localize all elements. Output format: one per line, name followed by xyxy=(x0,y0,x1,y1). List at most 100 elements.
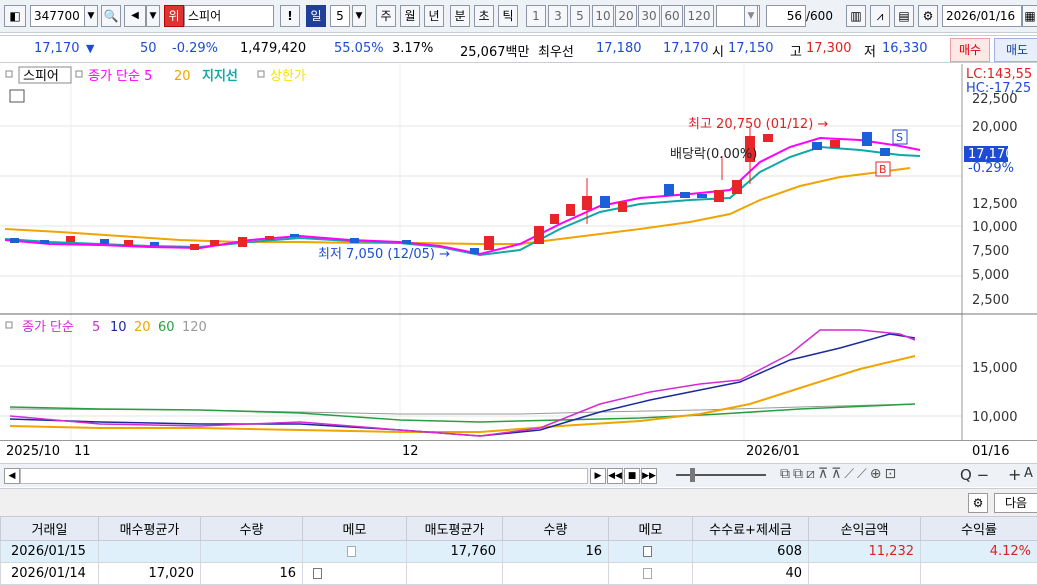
cell-sell-qty xyxy=(503,563,609,585)
memo-icon[interactable] xyxy=(643,546,652,557)
candles xyxy=(10,128,890,254)
scroll-track[interactable] xyxy=(20,468,588,484)
forward-icon[interactable]: ▶▶ xyxy=(641,468,657,484)
period-second-button[interactable]: 초 xyxy=(474,5,494,27)
candle xyxy=(100,239,109,244)
col-return[interactable]: 수익률 xyxy=(921,517,1037,541)
col-sell-qty[interactable]: 수량 xyxy=(503,517,609,541)
date-input[interactable]: 2026/01/16 xyxy=(942,5,1022,27)
gear-icon[interactable]: ⚙ xyxy=(968,493,988,513)
save-icon[interactable]: ▤ xyxy=(894,5,914,27)
alert-button[interactable]: ! xyxy=(280,5,300,27)
col-trade-date[interactable]: 거래일 xyxy=(1,517,99,541)
period-count[interactable]: 5 xyxy=(330,5,350,27)
interval-3[interactable]: 3 xyxy=(548,5,568,27)
price-tick: 2,500 xyxy=(972,293,1009,308)
cell-buy-qty: 16 xyxy=(201,563,303,585)
cell-buy-memo[interactable] xyxy=(303,541,407,563)
low-annotation: 최저 7,050 (12/05) → xyxy=(318,247,450,262)
col-fees[interactable]: 수수료+제세금 xyxy=(693,517,809,541)
next-button[interactable]: 다음 xyxy=(994,493,1037,513)
cell-sell-memo[interactable] xyxy=(609,541,693,563)
price-chart[interactable]: 최고 20,750 (01/12) → 배당락(0.00%) 최저 7,050 … xyxy=(0,64,1037,458)
cell-sell-memo[interactable] xyxy=(609,563,693,585)
prev-dropdown-icon[interactable]: ▼ xyxy=(146,5,160,27)
col-buy-memo[interactable]: 메모 xyxy=(303,517,407,541)
buy-button[interactable]: 매수 xyxy=(950,38,990,62)
current-price: 17,170 xyxy=(34,41,80,56)
cell-buy-memo[interactable] xyxy=(303,563,407,585)
trade-history-table: 거래일 매수평균가 수량 메모 매도평균가 수량 메모 수수료+제세금 손익금액… xyxy=(0,516,1037,585)
candle xyxy=(40,240,49,244)
interval-30[interactable]: 30 xyxy=(638,5,660,27)
scroll-left-icon[interactable]: ◀ xyxy=(4,468,20,484)
high-label: 고 xyxy=(790,41,802,60)
code-dropdown-icon[interactable]: ▼ xyxy=(84,5,98,27)
sell-button[interactable]: 매도 xyxy=(994,38,1037,62)
zoom-out-icon[interactable]: Q − xyxy=(960,466,989,484)
memo-icon[interactable] xyxy=(643,568,652,579)
candle xyxy=(830,140,840,148)
auto-scale-icon[interactable]: A xyxy=(1024,466,1033,481)
candle xyxy=(582,196,592,210)
open-price: 17,150 xyxy=(728,41,774,56)
candle xyxy=(618,202,627,212)
price-tick: 10,000 xyxy=(972,220,1018,235)
interval-60[interactable]: 60 xyxy=(661,5,683,27)
table-row[interactable]: 2026/01/15 17,760 16 608 11,232 4.12% xyxy=(1,541,1037,563)
ma-panel-line-5 xyxy=(10,330,915,436)
zoom-slider-handle[interactable] xyxy=(690,468,695,482)
col-pnl[interactable]: 손익금액 xyxy=(809,517,921,541)
search-icon[interactable]: 🔍 xyxy=(101,5,121,27)
ma-panel-line-60 xyxy=(10,404,915,422)
interval-120[interactable]: 120 xyxy=(684,5,714,27)
period-day-button[interactable]: 일 xyxy=(306,5,326,27)
candle xyxy=(238,237,247,247)
zoom-in-icon[interactable]: + xyxy=(1008,465,1021,484)
candle xyxy=(812,142,822,150)
cell-buy-qty xyxy=(201,541,303,563)
data-count-input[interactable]: 56 xyxy=(766,5,806,27)
period-dropdown-icon[interactable]: ▼ xyxy=(352,5,366,27)
stock-name[interactable]: 스피어 xyxy=(184,5,274,27)
candle xyxy=(664,184,674,196)
ma-legend-60: 60 xyxy=(158,320,175,335)
col-buy-qty[interactable]: 수량 xyxy=(201,517,303,541)
period-tick-button[interactable]: 틱 xyxy=(498,5,518,27)
table-header-row: 거래일 매수평균가 수량 메모 매도평균가 수량 메모 수수료+제세금 손익금액… xyxy=(1,517,1037,541)
chart-type-icon[interactable]: ▥ xyxy=(846,5,866,27)
col-buy-avg[interactable]: 매수평균가 xyxy=(99,517,201,541)
ma-panel-line-10 xyxy=(10,334,915,436)
calendar-icon[interactable]: ▦ xyxy=(1022,5,1037,27)
interval-10[interactable]: 10 xyxy=(592,5,614,27)
drawing-tools-icons[interactable]: ⧉⧉⧄⊼⊼⟋⟋⊕⊡ xyxy=(780,466,899,482)
ma-panel-line-20 xyxy=(10,356,915,432)
period-year-button[interactable]: 년 xyxy=(424,5,444,27)
period-minute-button[interactable]: 분 xyxy=(450,5,470,27)
candle xyxy=(470,248,479,254)
period-month-button[interactable]: 월 xyxy=(400,5,420,27)
date-label: 01/16 xyxy=(972,444,1009,459)
interval-20[interactable]: 20 xyxy=(615,5,637,27)
date-label: 11 xyxy=(74,444,91,459)
col-sell-memo[interactable]: 메모 xyxy=(609,517,693,541)
prev-icon[interactable]: ◀ xyxy=(124,5,146,27)
interval-dropdown-icon[interactable]: ▼ xyxy=(744,5,758,27)
period-week-button[interactable]: 주 xyxy=(376,5,396,27)
memo-icon[interactable] xyxy=(347,546,356,557)
play-icon[interactable]: ▶ xyxy=(590,468,606,484)
cell-pnl xyxy=(809,563,921,585)
gear-icon[interactable]: ⚙ xyxy=(918,5,938,27)
indicator-icon[interactable]: ⩘ xyxy=(870,5,890,27)
table-row[interactable]: 2026/01/14 17,020 16 40 xyxy=(1,563,1037,585)
window-icon[interactable]: ◧ xyxy=(4,5,26,27)
interval-5[interactable]: 5 xyxy=(570,5,590,27)
candle xyxy=(150,242,159,246)
cell-sell-qty: 16 xyxy=(503,541,609,563)
rewind-icon[interactable]: ◀◀ xyxy=(607,468,623,484)
stop-icon[interactable]: ■ xyxy=(624,468,640,484)
col-sell-avg[interactable]: 매도평균가 xyxy=(407,517,503,541)
interval-1[interactable]: 1 xyxy=(526,5,546,27)
memo-icon[interactable] xyxy=(313,568,322,579)
cell-sell-avg: 17,760 xyxy=(407,541,503,563)
